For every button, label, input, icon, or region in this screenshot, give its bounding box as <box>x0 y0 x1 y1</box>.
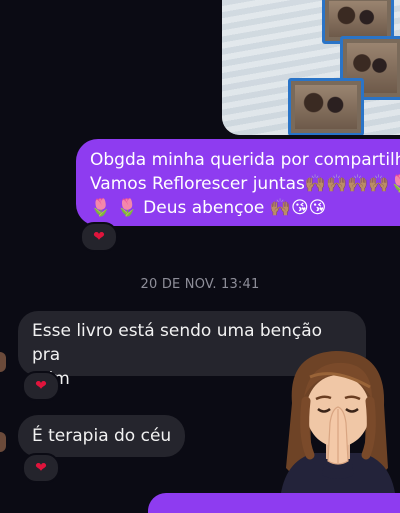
praying-memoji-sticker[interactable] <box>274 343 400 500</box>
timestamp: 20 DE NOV. 13:41 <box>140 277 260 292</box>
message-text: É terapia do céu <box>32 426 172 446</box>
heart-reaction[interactable]: ❤ <box>80 222 118 252</box>
message-text-line: Vamos Reflorescer juntas🙌🏽🙌🏽🙌🏽🙌🏽🌷 <box>90 174 400 194</box>
message-text-line: Obgda minha querida por compartilha <box>90 150 400 170</box>
heart-icon: ❤ <box>93 229 105 245</box>
message-text-line: 🌷 🌷 Deus abençoe 🙌🏽😘😘 <box>90 198 327 218</box>
heart-reaction[interactable]: ❤ <box>22 453 60 483</box>
outgoing-message-bubble[interactable]: Obgda minha querida por compartilha Vamo… <box>76 139 400 226</box>
sender-avatar[interactable] <box>0 352 6 372</box>
sender-avatar[interactable] <box>0 432 6 452</box>
heart-icon: ❤ <box>35 378 47 394</box>
incoming-message-bubble[interactable]: É terapia do céu <box>18 415 186 457</box>
heart-icon: ❤ <box>35 460 47 476</box>
heart-reaction[interactable]: ❤ <box>22 371 60 401</box>
outgoing-message-bubble[interactable] <box>148 493 400 513</box>
shared-photo[interactable] <box>222 0 400 135</box>
photo-tile <box>288 78 364 135</box>
